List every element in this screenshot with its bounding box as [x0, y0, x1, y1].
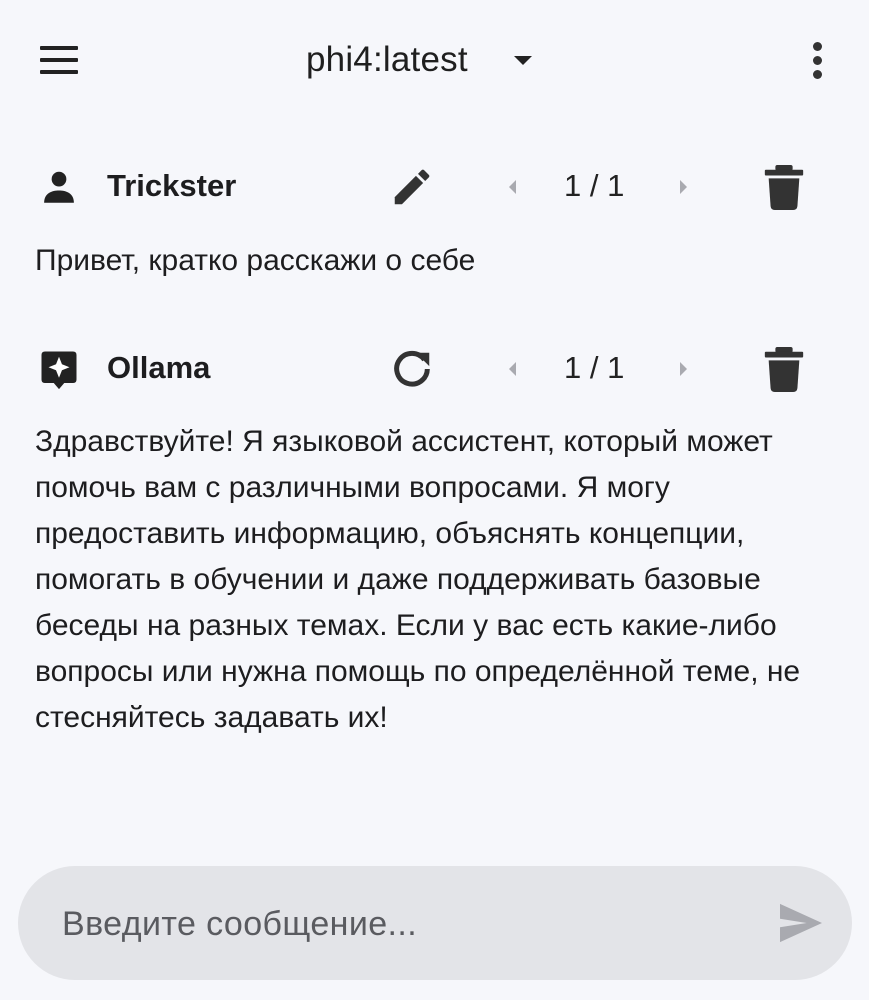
model-name: phi4:latest: [306, 40, 468, 79]
message-header: Trickster 1 / 1: [0, 156, 869, 216]
message-author: Ollama: [107, 350, 211, 385]
edit-pencil-icon[interactable]: [389, 164, 435, 210]
ollama-sparkle-icon: [41, 351, 77, 390]
message-composer: [18, 866, 852, 980]
message-text: Привет, кратко расскажи о себе: [35, 244, 476, 277]
person-icon: [44, 171, 74, 203]
chevron-left-icon[interactable]: [500, 354, 526, 384]
message-author: Trickster: [107, 168, 237, 203]
regenerate-icon[interactable]: [389, 346, 435, 392]
chevron-left-icon[interactable]: [500, 172, 526, 202]
chevron-right-icon[interactable]: [670, 172, 696, 202]
message-text: Здравствуйте! Я языковой ассистент, кото…: [35, 425, 801, 734]
chevron-right-icon[interactable]: [670, 354, 696, 384]
top-app-bar: phi4:latest: [0, 0, 869, 120]
dropdown-caret-icon: [513, 55, 532, 65]
trash-icon[interactable]: [764, 346, 804, 392]
trash-icon[interactable]: [764, 164, 804, 210]
variant-counter: 1 / 1: [564, 350, 625, 385]
model-selector[interactable]: phi4:latest: [306, 38, 532, 82]
menu-icon[interactable]: [40, 46, 80, 74]
message-input[interactable]: [60, 896, 744, 952]
more-vert-icon[interactable]: [808, 42, 828, 80]
send-icon[interactable]: [778, 902, 824, 944]
message-header: Ollama 1 / 1: [0, 338, 869, 398]
variant-counter: 1 / 1: [564, 168, 625, 203]
